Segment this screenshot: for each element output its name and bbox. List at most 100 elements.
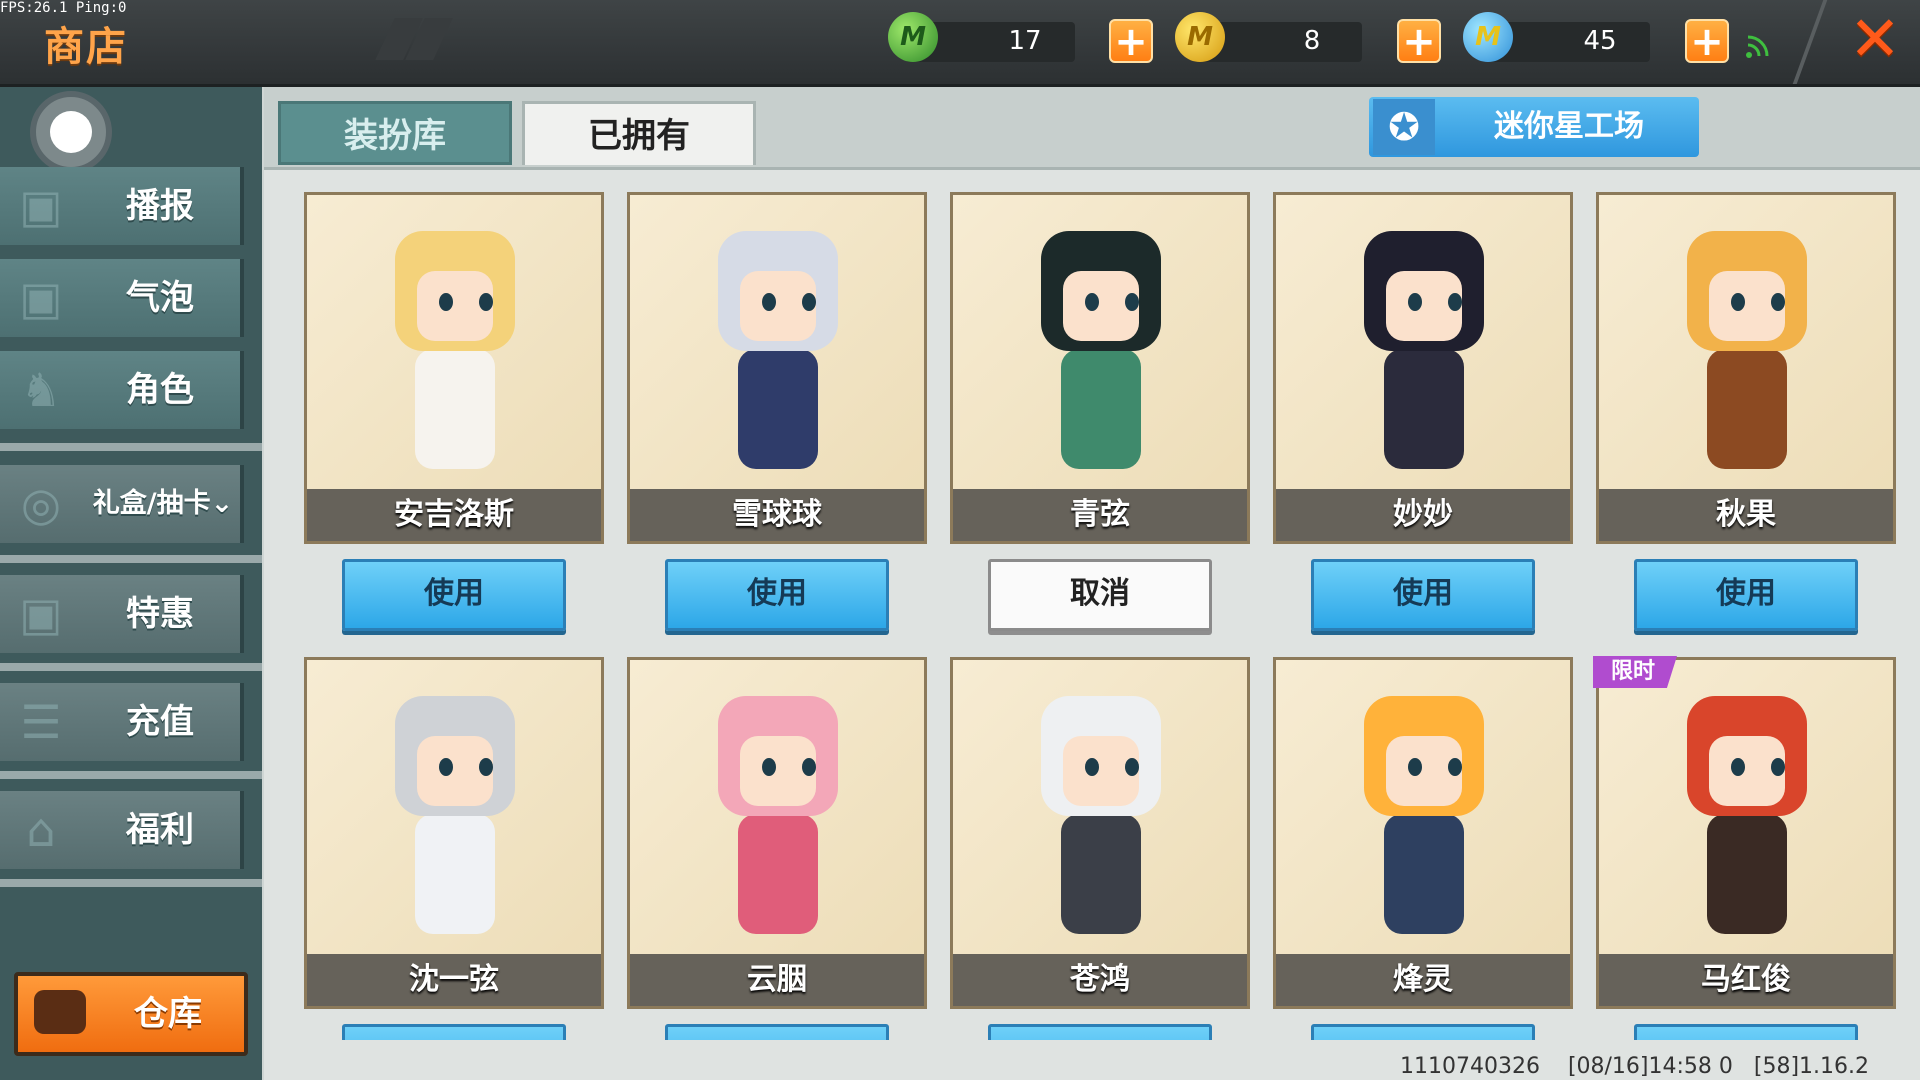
blue-mini-coin-icon: M — [1463, 12, 1513, 62]
skin-card[interactable]: 安吉洛斯 — [304, 192, 604, 544]
use-button[interactable]: 使用 — [342, 559, 566, 631]
skin-name: 妙妙 — [1393, 497, 1453, 532]
cancel-button[interactable]: 取消 — [988, 559, 1212, 631]
sidebar-item-label-text: 礼盒/抽卡 — [92, 488, 211, 519]
add-currency-button[interactable]: + — [1109, 19, 1153, 63]
skin-name: 安吉洛斯 — [394, 497, 514, 532]
character-body — [1061, 349, 1141, 469]
sidebar-item-welfare[interactable]: ⌂ 福利 — [0, 791, 244, 869]
character-eye — [479, 758, 493, 776]
use-button[interactable]: 使用 — [665, 1024, 889, 1040]
character-eye — [1731, 758, 1745, 776]
character-head — [1364, 231, 1484, 351]
use-button[interactable]: 使用 — [1634, 1024, 1858, 1040]
skin-name: 苍鸿 — [1070, 962, 1130, 997]
signal-icon — [1746, 35, 1769, 58]
character-figure — [1013, 231, 1189, 471]
disc-icon: ◎ — [20, 477, 62, 531]
sidebar-item-label: 播报 — [126, 186, 194, 226]
character-head — [1041, 231, 1161, 351]
gold-mini-coin-icon: M — [1175, 12, 1225, 62]
character-head — [1041, 696, 1161, 816]
character-eye — [1125, 293, 1139, 311]
tab-owned[interactable]: 已拥有 — [522, 101, 756, 165]
character-head — [718, 696, 838, 816]
character-figure — [690, 696, 866, 936]
skin-card[interactable]: 马红俊 限时 — [1593, 656, 1896, 1009]
use-button[interactable]: 使用 — [1634, 559, 1858, 631]
mini-workshop-button[interactable]: ✪ 迷你星工场 — [1369, 97, 1699, 157]
coin-stack-icon: ☰ — [20, 695, 62, 749]
use-button[interactable]: 使用 — [988, 1024, 1212, 1040]
character-eye — [1731, 293, 1745, 311]
character-figure — [367, 231, 543, 471]
character-body — [738, 814, 818, 934]
warehouse-label: 仓库 — [134, 994, 202, 1034]
skin-card[interactable]: 苍鸿 — [950, 657, 1250, 1009]
mini-workshop-label: 迷你星工场 — [1494, 109, 1644, 144]
sidebar-item-label: 福利 — [126, 810, 194, 850]
sidebar-item-deals[interactable]: ▣ 特惠 — [0, 575, 244, 653]
skin-card[interactable]: 烽灵 — [1273, 657, 1573, 1009]
character-body — [415, 349, 495, 469]
limited-time-badge: 限时 — [1593, 656, 1678, 688]
skin-card[interactable]: 妙妙 — [1273, 192, 1573, 544]
character-figure — [1659, 696, 1835, 936]
decor-divider — [1792, 0, 1828, 84]
character-figure — [1336, 231, 1512, 471]
sidebar-item-label: 角色 — [126, 370, 194, 410]
currency-value: 17 — [1008, 26, 1042, 56]
character-eye — [1448, 758, 1462, 776]
sidebar-divider — [0, 443, 262, 451]
character-eye — [1085, 293, 1099, 311]
skin-card[interactable]: 云胭 — [627, 657, 927, 1009]
close-icon[interactable]: ✕ — [1846, 8, 1904, 70]
use-button[interactable]: 使用 — [1311, 559, 1535, 631]
character-body — [1707, 349, 1787, 469]
sidebar-item-label: 礼盒/抽卡⌄ — [78, 465, 248, 543]
skin-card[interactable]: 雪球球 — [627, 192, 927, 544]
character-eye — [1408, 293, 1422, 311]
character-figure — [1013, 696, 1189, 936]
sidebar-item-character[interactable]: ♞ 角色 — [0, 351, 244, 429]
character-eye — [1771, 758, 1785, 776]
sidebar-divider — [0, 555, 262, 563]
use-button[interactable]: 使用 — [665, 559, 889, 631]
tab-wardrobe[interactable]: 装扮库 — [278, 101, 512, 165]
gift-box-icon: ▣ — [19, 587, 63, 641]
sidebar-item-bubble[interactable]: ▣ 气泡 — [0, 259, 244, 337]
add-currency-button[interactable]: + — [1685, 19, 1729, 63]
skin-grid: 安吉洛斯使用雪球球使用青弦取消妙妙使用秋果使用沈一弦使用云胭使用苍鸿使用烽灵使用… — [264, 170, 1920, 1040]
use-button[interactable]: 使用 — [1311, 1024, 1535, 1040]
sidebar-item-recharge[interactable]: ☰ 充值 — [0, 683, 244, 761]
page-title: 商店 — [44, 24, 128, 70]
skin-card[interactable]: 秋果 — [1596, 192, 1896, 544]
character-head — [1687, 696, 1807, 816]
character-eye — [439, 293, 453, 311]
currency-value: 45 — [1583, 26, 1617, 56]
warehouse-button[interactable]: 仓库 — [14, 972, 248, 1056]
character-figure — [1336, 696, 1512, 936]
gift-box-icon: ▣ — [19, 179, 63, 233]
skin-name: 秋果 — [1716, 497, 1776, 532]
skin-card[interactable]: 青弦 — [950, 192, 1250, 544]
character-head — [1364, 696, 1484, 816]
sidebar-item-broadcast[interactable]: ▣ 播报 — [0, 167, 244, 245]
chevron-down-icon: ⌄ — [210, 488, 234, 519]
use-button[interactable]: 使用 — [342, 1024, 566, 1040]
character-eye — [1771, 293, 1785, 311]
sidebar-item-giftbox-gacha[interactable]: ◎ 礼盒/抽卡⌄ — [0, 465, 244, 543]
character-eye — [802, 758, 816, 776]
character-figure — [690, 231, 866, 471]
avatar[interactable] — [30, 91, 112, 173]
gift-box-icon: ▣ — [19, 271, 63, 325]
skin-card[interactable]: 沈一弦 — [304, 657, 604, 1009]
character-eye — [762, 758, 776, 776]
add-currency-button[interactable]: + — [1397, 19, 1441, 63]
sidebar-item-label: 气泡 — [126, 278, 194, 318]
character-head — [395, 231, 515, 351]
character-eye — [802, 293, 816, 311]
character-body — [738, 349, 818, 469]
present-icon: ⌂ — [26, 803, 56, 857]
sidebar: ▣ 播报 ▣ 气泡 ♞ 角色 ◎ 礼盒/抽卡⌄ ▣ 特惠 ☰ 充值 ⌂ 福利 — [0, 87, 262, 1080]
